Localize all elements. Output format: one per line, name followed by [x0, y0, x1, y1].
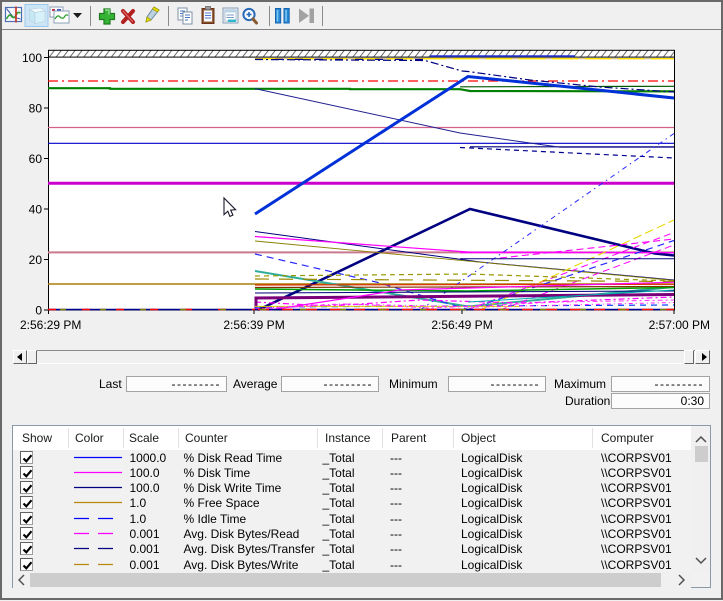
svg-text:60: 60: [29, 152, 43, 166]
svg-text:2:56:49 PM: 2:56:49 PM: [431, 318, 492, 332]
svg-text:0: 0: [35, 304, 42, 318]
svg-text:100: 100: [22, 51, 42, 65]
svg-text:80: 80: [29, 102, 43, 116]
svg-text:2:57:00 PM: 2:57:00 PM: [649, 318, 710, 332]
svg-text:2:56:39 PM: 2:56:39 PM: [223, 318, 284, 332]
svg-text:40: 40: [29, 203, 43, 217]
svg-text:20: 20: [29, 253, 43, 267]
svg-text:2:56:29 PM: 2:56:29 PM: [20, 318, 81, 332]
